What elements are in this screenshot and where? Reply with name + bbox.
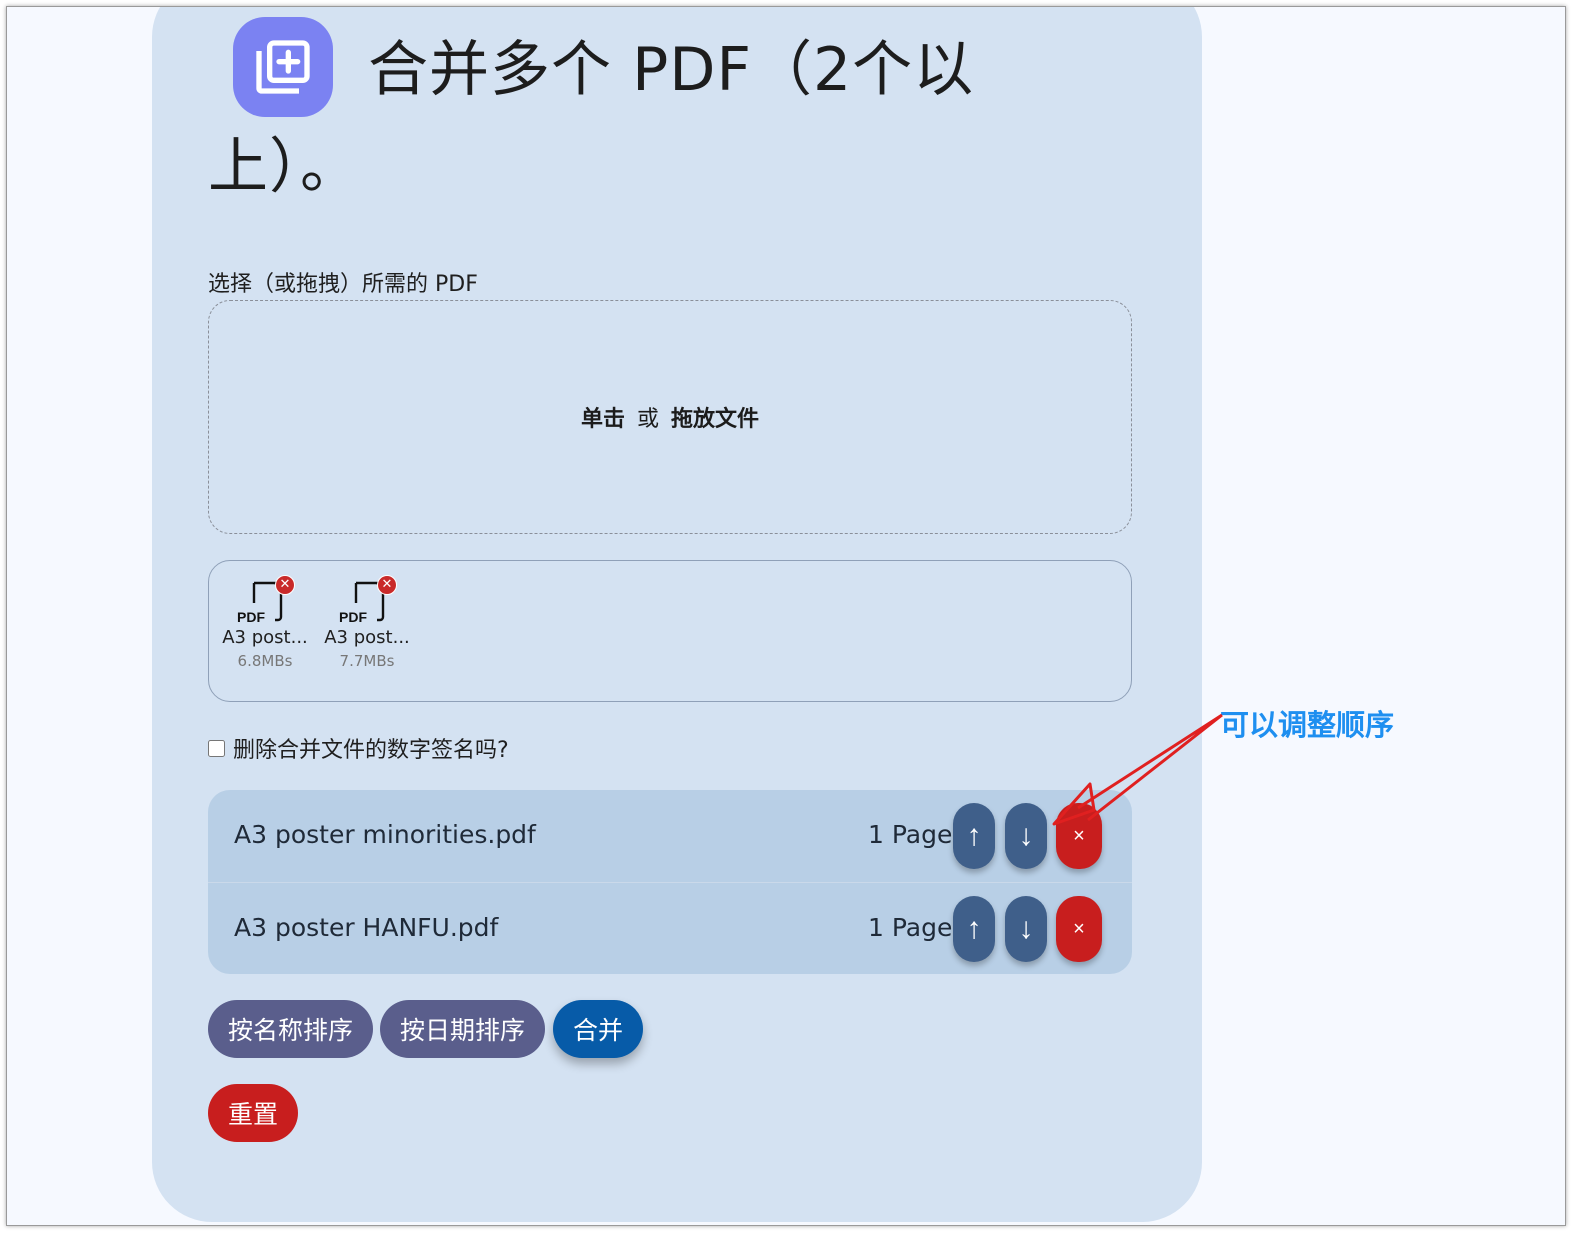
dropzone-drag-text: 拖放文件 [671, 407, 760, 432]
thumbnail-size: 7.7MBs [339, 652, 395, 670]
move-down-button[interactable]: ↓ [1005, 896, 1047, 962]
sort-by-date-button[interactable]: 按日期排序 [380, 1000, 545, 1058]
thumbnail-name: A3 post... [324, 627, 410, 648]
file-page-count: 1 Page [868, 913, 953, 942]
file-row: A3 poster HANFU.pdf 1 Page ↑ ↓ × [208, 882, 1132, 974]
file-dropzone[interactable]: 单击 或 拖放文件 [208, 300, 1132, 534]
sort-by-name-button[interactable]: 按名称排序 [208, 1000, 373, 1058]
file-thumbnail[interactable]: PDF ✕ A3 post... 7.7MBs [319, 575, 415, 670]
pdf-file-icon: PDF ✕ [339, 575, 397, 625]
remove-file-button[interactable]: × [1056, 896, 1102, 962]
file-thumbnails: PDF ✕ A3 post... 6.8MBs PDF ✕ A3 post...… [208, 560, 1132, 702]
reset-button[interactable]: 重置 [208, 1084, 298, 1142]
page-title-line2: 上）。 [208, 132, 361, 202]
page-title-line1: 合并多个 PDF（2个以 [368, 35, 975, 105]
reorder-annotation-text: 可以调整顺序 [1220, 708, 1395, 742]
dropzone-click-text: 单击 [580, 407, 625, 432]
file-page-count: 1 Page [868, 820, 953, 849]
pdf-type-label: PDF [237, 609, 265, 625]
file-thumbnail[interactable]: PDF ✕ A3 post... 6.8MBs [217, 575, 313, 670]
remove-signature-label: 删除合并文件的数字签名吗? [233, 738, 509, 763]
remove-signature-option[interactable]: 删除合并文件的数字签名吗? [208, 732, 509, 764]
file-row: A3 poster minorities.pdf 1 Page ↑ ↓ × [208, 790, 1132, 882]
remove-signature-checkbox[interactable] [208, 739, 225, 757]
dropzone-or-text: 或 [636, 407, 659, 432]
library-add-icon [233, 17, 333, 117]
merge-button[interactable]: 合并 [553, 1000, 643, 1058]
remove-thumbnail-icon[interactable]: ✕ [275, 575, 295, 595]
remove-file-button[interactable]: × [1056, 803, 1102, 869]
file-select-label: 选择（或拖拽）所需的 PDF [208, 272, 478, 297]
pdf-type-label: PDF [339, 609, 367, 625]
remove-thumbnail-icon[interactable]: ✕ [377, 575, 397, 595]
move-up-button[interactable]: ↑ [953, 803, 995, 869]
thumbnail-name: A3 post... [222, 627, 308, 648]
pdf-file-icon: PDF ✕ [237, 575, 295, 625]
file-name: A3 poster HANFU.pdf [234, 913, 499, 942]
move-up-button[interactable]: ↑ [953, 896, 995, 962]
move-down-button[interactable]: ↓ [1005, 803, 1047, 869]
file-name: A3 poster minorities.pdf [234, 820, 536, 849]
file-order-list: A3 poster minorities.pdf 1 Page ↑ ↓ × A3… [208, 790, 1132, 974]
thumbnail-size: 6.8MBs [237, 652, 293, 670]
